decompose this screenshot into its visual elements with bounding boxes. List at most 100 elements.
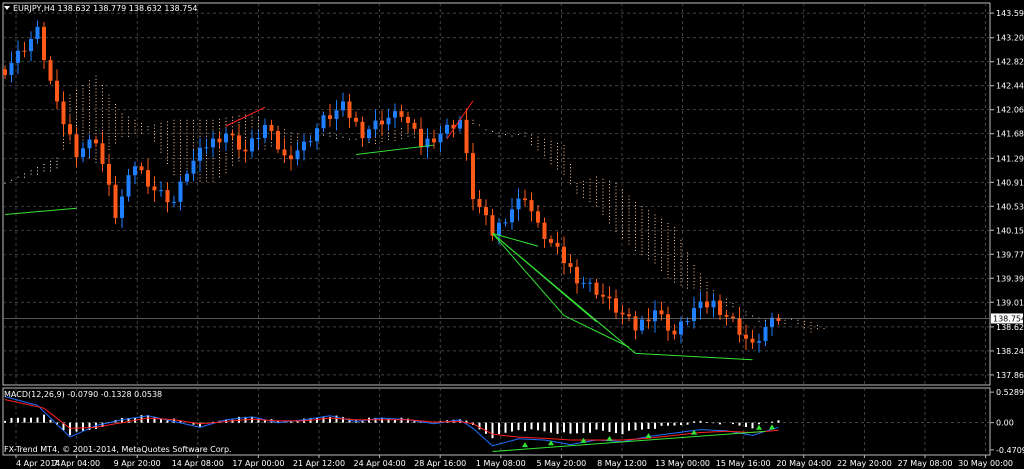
cloud-dot: [154, 134, 155, 136]
candle-body: [269, 124, 274, 131]
cloud-dot: [641, 234, 643, 236]
cloud-dot: [160, 138, 162, 140]
cloud-dot: [115, 132, 116, 134]
cloud-dot: [654, 249, 656, 251]
cloud-dot: [108, 104, 110, 106]
cloud-dot: [95, 85, 97, 87]
cloud-dot: [89, 109, 90, 111]
price-label: 138.620: [996, 323, 1024, 332]
cloud-dot: [329, 135, 331, 137]
cloud-dot: [95, 114, 97, 116]
cloud-dot: [186, 142, 188, 144]
cloud-dot: [95, 126, 97, 128]
candle-body: [510, 209, 514, 223]
cloud-dot: [180, 161, 181, 163]
cloud-dot: [76, 96, 77, 98]
candle-body: [295, 150, 300, 160]
cloud-dot: [115, 104, 116, 106]
cloud-dot: [661, 253, 662, 255]
price-label: 141.680: [996, 130, 1024, 139]
cloud-dot: [225, 117, 227, 119]
cloud-dot: [674, 249, 675, 251]
cloud-dot: [82, 139, 84, 141]
cloud-dot: [810, 321, 812, 323]
cloud-dot: [95, 117, 97, 119]
cloud-dot: [89, 99, 90, 101]
cloud-dot: [173, 132, 175, 134]
cloud-dot: [82, 129, 84, 131]
cloud-dot: [381, 140, 383, 142]
cloud-dot: [89, 83, 90, 85]
cloud-dot: [102, 85, 103, 87]
cloud-dot: [628, 233, 630, 235]
cloud-dot: [63, 142, 64, 144]
candle-body: [172, 201, 176, 203]
cloud-dot: [674, 265, 675, 267]
cloud-dot: [661, 225, 662, 227]
candle-body: [620, 312, 625, 315]
cloud-dot: [82, 136, 84, 138]
cloud-dot: [602, 207, 604, 209]
cloud-dot: [765, 319, 766, 321]
cloud-dot: [674, 236, 675, 238]
cloud-dot: [180, 145, 181, 147]
cloud-dot: [141, 126, 142, 128]
cloud-dot: [479, 124, 480, 126]
cloud-dot: [95, 155, 97, 157]
cloud-dot: [11, 179, 12, 181]
cloud-dot: [680, 242, 682, 244]
time-label: 17 Apr 00:00: [232, 459, 284, 468]
cloud-dot: [732, 302, 734, 304]
cloud-dot: [186, 151, 188, 153]
cloud-dot: [674, 239, 675, 241]
cloud-dot: [50, 164, 51, 166]
cloud-dot: [225, 165, 227, 167]
cloud-dot: [232, 164, 233, 166]
cloud-dot: [238, 160, 240, 162]
cloud-dot: [199, 129, 201, 131]
cloud-dot: [258, 148, 259, 150]
cloud-dot: [186, 119, 188, 121]
cloud-dot: [115, 139, 116, 141]
cloud-dot: [609, 193, 610, 195]
cloud-dot: [602, 181, 604, 183]
cloud-dot: [648, 216, 649, 218]
candle-body: [406, 116, 410, 123]
price-label: 140.530: [996, 202, 1024, 211]
cloud-dot: [667, 248, 669, 250]
candle-body: [126, 175, 131, 197]
cloud-dot: [563, 154, 565, 156]
cloud-dot: [4, 182, 6, 184]
cloud-dot: [180, 135, 181, 137]
cloud-dot: [680, 265, 682, 267]
cloud-dot: [537, 136, 539, 138]
cloud-dot: [609, 196, 610, 198]
cloud-dot: [563, 157, 565, 159]
cloud-dot: [667, 226, 669, 228]
cloud-dot: [635, 227, 636, 229]
price-chart[interactable]: 143.590 143.200 142.820 142.440 142.060 141.6…: [0, 0, 1024, 469]
cloud-dot: [219, 153, 220, 155]
candle-body: [263, 124, 267, 138]
cloud-dot: [693, 274, 695, 276]
cloud-dot: [570, 164, 571, 166]
cloud-dot: [115, 136, 116, 138]
cloud-dot: [726, 305, 727, 307]
cloud-dot: [173, 167, 175, 169]
candle-body: [341, 101, 345, 111]
candle-body: [367, 129, 371, 139]
cloud-dot: [641, 222, 643, 224]
cloud-dot: [232, 155, 233, 157]
cloud-dot: [95, 162, 97, 164]
cloud-dot: [121, 126, 123, 128]
candle-body: [568, 263, 573, 267]
cloud-dot: [173, 126, 175, 128]
cloud-dot: [251, 119, 253, 121]
cloud-dot: [238, 157, 240, 159]
cloud-dot: [674, 268, 675, 270]
cloud-dot: [550, 156, 552, 158]
cloud-dot: [212, 126, 214, 128]
cloud-dot: [706, 285, 708, 287]
cloud-dot: [654, 256, 656, 258]
cloud-dot: [537, 149, 539, 151]
